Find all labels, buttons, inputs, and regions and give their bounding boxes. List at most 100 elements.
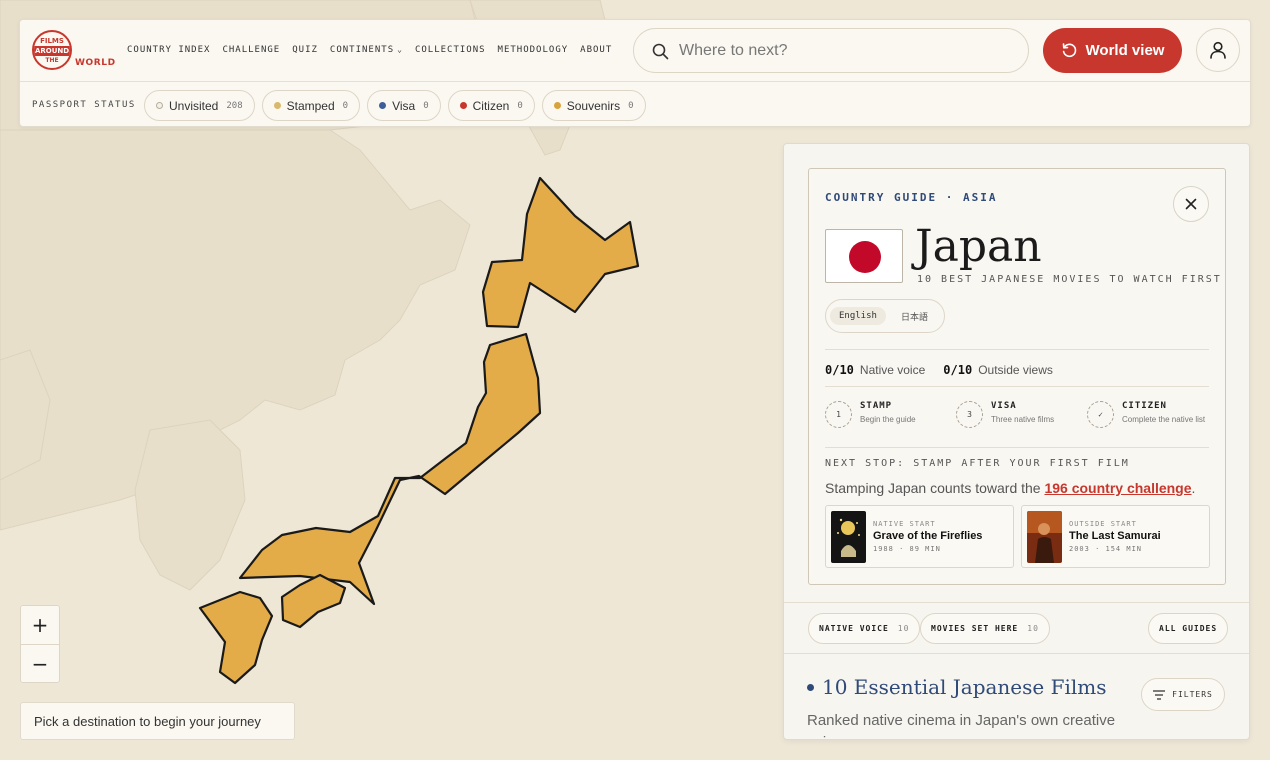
all-guides-button[interactable]: ALL GUIDES <box>1148 613 1229 644</box>
zoom-out-button[interactable]: − <box>21 644 59 682</box>
step-title: CITIZEN <box>1122 401 1167 411</box>
film-meta: 1988 · 89 MIN <box>873 545 941 553</box>
passport-status-row: PASSPORT STATUS Unvisited 208 Stamped 0 … <box>20 82 1250 127</box>
chip-visa[interactable]: Visa 0 <box>367 90 441 121</box>
close-button[interactable] <box>1173 186 1209 222</box>
film-poster <box>831 511 866 563</box>
progress-native-value: 0/10 <box>825 363 854 377</box>
step-number: 3 <box>956 401 983 428</box>
chip-souvenirs[interactable]: Souvenirs 0 <box>541 90 646 121</box>
chip-label: Unvisited <box>169 98 219 113</box>
chip-label: Stamped <box>286 98 335 113</box>
chip-count: 0 <box>517 100 523 111</box>
check-icon: ✓ <box>1087 401 1114 428</box>
status-dot <box>273 102 281 109</box>
flag-sun <box>849 241 881 273</box>
progress-native: 0/10 Native voice <box>825 361 925 379</box>
filter-icon <box>1153 689 1166 700</box>
stamp-text: Stamping Japan counts toward the <box>825 480 1045 496</box>
film-label: OUTSIDE START <box>1069 520 1137 528</box>
chip-label: Visa <box>392 98 416 113</box>
step-desc: Complete the native list <box>1122 415 1206 424</box>
nav-continents[interactable]: CONTINENTS ⌄ <box>330 45 403 55</box>
passport-chips: Unvisited 208 Stamped 0 Visa 0 Citizen 0… <box>144 90 646 121</box>
nav-challenge[interactable]: CHALLENGE <box>222 45 280 55</box>
guide-label: COUNTRY GUIDE · ASIA <box>825 191 998 204</box>
destination-hint: Pick a destination to begin your journey <box>20 702 295 740</box>
list-title: 10 Essential Japanese Films <box>822 675 1107 699</box>
all-guides-label: ALL GUIDES <box>1159 624 1218 633</box>
progress-summary: 0/10 Native voice 0/10 Outside views <box>825 361 1053 379</box>
chip-count: 208 <box>226 100 243 111</box>
header-main-row: FILMS AROUND THE WORLD COUNTRY INDEX CHA… <box>20 20 1250 82</box>
site-logo[interactable]: FILMS AROUND THE WORLD <box>32 30 116 72</box>
main-nav: COUNTRY INDEX CHALLENGE QUIZ CONTINENTS ⌄… <box>127 45 612 55</box>
step-number: 1 <box>825 401 852 428</box>
chip-citizen[interactable]: Citizen 0 <box>447 90 535 121</box>
chip-label: Souvenirs <box>566 98 621 113</box>
tab-label: MOVIES SET HERE <box>931 624 1019 633</box>
status-dot <box>553 102 561 109</box>
tab-count: 10 <box>1027 624 1039 633</box>
nav-continents-label: CONTINENTS <box>329 45 395 55</box>
tab-count: 10 <box>897 624 910 633</box>
next-stop-label: NEXT STOP: STAMP AFTER YOUR FIRST FILM <box>825 458 1130 469</box>
account-button[interactable] <box>1196 28 1240 72</box>
tab-native-voice[interactable]: NATIVE VOICE 10 <box>808 613 921 644</box>
lang-japanese[interactable]: 日本語 <box>892 306 937 327</box>
world-view-button[interactable]: World view <box>1043 28 1182 73</box>
film-poster <box>1027 511 1062 563</box>
status-dot <box>379 102 387 109</box>
film-card-outside[interactable]: OUTSIDE START The Last Samurai 2003 · 15… <box>1021 505 1210 568</box>
nav-about[interactable]: ABOUT <box>580 45 612 55</box>
chip-count: 0 <box>342 100 349 111</box>
divider <box>825 386 1209 387</box>
list-description: Ranked native cinema in Japan's own crea… <box>807 712 1116 739</box>
status-dot <box>459 102 467 109</box>
chip-unvisited[interactable]: Unvisited 208 <box>144 90 255 121</box>
search-icon <box>652 43 669 60</box>
zoom-in-button[interactable]: + <box>21 606 59 644</box>
step-desc: Begin the guide <box>860 415 916 424</box>
passport-status-label: PASSPORT STATUS <box>32 100 136 110</box>
tab-movies-set-here[interactable]: MOVIES SET HERE 10 <box>920 613 1050 644</box>
progress-outside-value: 0/10 <box>943 363 973 377</box>
progress-native-label: Native voice <box>859 363 926 377</box>
filters-button[interactable]: FILTERS <box>1141 678 1225 711</box>
film-title: The Last Samurai <box>1069 530 1161 542</box>
nav-country-index[interactable]: COUNTRY INDEX <box>127 45 210 55</box>
step-citizen: ✓ CITIZEN Complete the native list <box>1087 400 1212 440</box>
country-name: Japan <box>915 221 1042 272</box>
search-input[interactable] <box>679 39 1009 63</box>
lang-english[interactable]: English <box>830 307 886 325</box>
logo-globe-icon: FILMS AROUND THE <box>32 30 72 70</box>
chip-count: 0 <box>423 100 429 111</box>
nav-quiz[interactable]: QUIZ <box>292 45 318 55</box>
list-header: 10 Essential Japanese Films <box>807 675 1107 699</box>
step-visa: 3 VISA Three native films <box>956 400 1081 440</box>
film-meta: 2003 · 154 MIN <box>1069 545 1143 553</box>
progress-outside: 0/10 Outside views <box>943 361 1053 379</box>
bullet-dot <box>807 683 814 691</box>
filters-label: FILTERS <box>1172 690 1213 699</box>
user-icon <box>1210 41 1226 59</box>
divider <box>825 447 1209 448</box>
film-label: NATIVE START <box>873 520 936 528</box>
status-dot <box>156 102 163 109</box>
guide-tabs: NATIVE VOICE 10 MOVIES SET HERE 10 ALL G… <box>784 602 1249 654</box>
search-box[interactable] <box>633 28 1029 73</box>
logo-world-text: WORLD <box>75 58 116 68</box>
stamp-info: Stamping Japan counts toward the 196 cou… <box>825 480 1195 496</box>
chevron-down-icon: ⌄ <box>397 45 403 54</box>
tab-label: NATIVE VOICE <box>819 624 889 633</box>
country-subtitle: 10 BEST JAPANESE MOVIES TO WATCH FIRST <box>917 274 1222 285</box>
challenge-link[interactable]: 196 country challenge <box>1044 480 1191 496</box>
step-desc: Three native films <box>991 415 1055 424</box>
rotate-left-icon <box>1062 43 1076 58</box>
film-card-native[interactable]: NATIVE START Grave of the Fireflies 1988… <box>825 505 1014 568</box>
chip-stamped[interactable]: Stamped 0 <box>261 90 361 121</box>
nav-collections[interactable]: COLLECTIONS <box>415 45 486 55</box>
nav-methodology[interactable]: METHODOLOGY <box>498 45 569 55</box>
japan-flag <box>825 229 903 283</box>
film-title: Grave of the Fireflies <box>873 530 983 542</box>
